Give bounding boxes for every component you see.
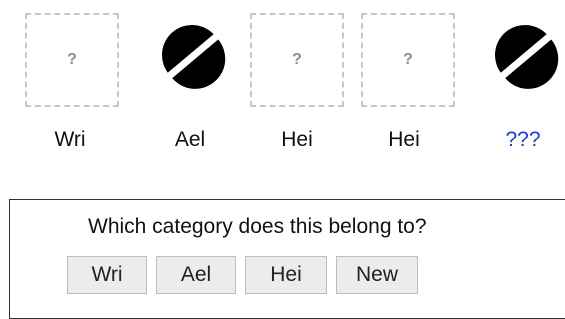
image-placeholder: ?	[25, 13, 119, 107]
example-card-4: ? Hei	[334, 0, 455, 160]
choice-buttons: Wri Ael Hei New	[67, 256, 418, 294]
choice-button-wri[interactable]: Wri	[67, 256, 147, 294]
placeholder-question-mark: ?	[403, 51, 413, 68]
query-card: ???	[455, 0, 565, 160]
unknown-label: ???	[505, 128, 541, 151]
split-semicircle-shape-icon	[157, 20, 227, 90]
image-placeholder: ?	[250, 13, 344, 107]
split-semicircle-shape-icon	[490, 20, 560, 90]
split-semicircle-shape-svg	[162, 25, 226, 89]
question-prompt: Which category does this belong to?	[88, 215, 427, 238]
choice-button-ael[interactable]: Ael	[156, 256, 236, 294]
placeholder-question-mark: ?	[67, 51, 77, 68]
split-semicircle-shape-svg	[495, 25, 559, 89]
example-label-4: Hei	[388, 128, 420, 151]
placeholder-question-mark: ?	[292, 51, 302, 68]
choice-button-hei[interactable]: Hei	[245, 256, 327, 294]
image-placeholder: ?	[361, 13, 455, 107]
choice-button-new[interactable]: New	[336, 256, 418, 294]
example-label-1: Wri	[54, 128, 86, 151]
question-panel: Which category does this belong to? Wri …	[9, 199, 565, 319]
example-card-3: ? Hei	[223, 0, 344, 160]
example-card-1: ? Wri	[0, 0, 119, 160]
